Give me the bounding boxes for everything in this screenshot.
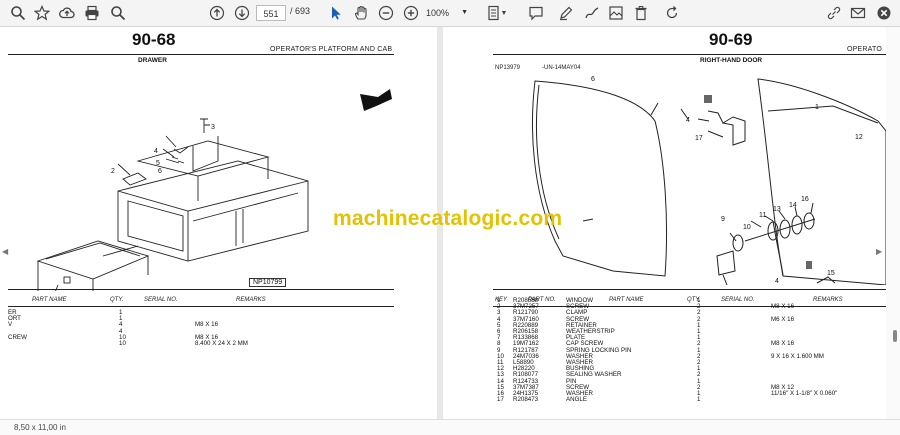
zoom-out-icon[interactable]	[376, 3, 396, 23]
chevron-down-icon[interactable]: ▼	[500, 3, 508, 23]
hand-tool-icon[interactable]	[351, 3, 371, 23]
col-qty: QTY.	[110, 297, 124, 303]
page-number: 90-68	[132, 30, 176, 49]
draw-icon[interactable]	[582, 3, 602, 23]
door-diagram: 4 6 17 9 10 11 13 14 16 1 12 4 15	[532, 76, 886, 285]
callout-10: 10	[743, 224, 751, 231]
callout-1: 4	[686, 117, 690, 124]
page-header: OPERATOR'S PLATFORM AND CAB	[270, 46, 393, 53]
page-number: 90-69	[709, 30, 753, 49]
delete-icon[interactable]	[631, 3, 651, 23]
next-page-arrow-icon[interactable]: ▶	[876, 247, 882, 256]
callout-12: 12	[855, 134, 863, 141]
callout-5: 5	[156, 160, 160, 167]
callout-1-door: 1	[815, 104, 819, 111]
page-number-input[interactable]: 551	[256, 5, 286, 21]
parts-table-right: 1 R208588 WINDOW 1 2 37M7257 SCREW 2 M8 X 16 3R…	[497, 297, 837, 404]
callout-3: 3	[211, 124, 215, 131]
scrollbar-thumb[interactable]	[893, 330, 897, 342]
section-title: RIGHT-HAND DOOR	[700, 57, 763, 64]
zoom-select[interactable]: 100% ▼	[426, 5, 470, 21]
scrollbar[interactable]	[886, 27, 900, 419]
page-total: / 693	[290, 6, 311, 16]
callout-14: 14	[789, 202, 797, 209]
select-cursor-icon[interactable]	[326, 3, 346, 23]
callout-4-lower: 4	[775, 278, 779, 285]
callout-13: 13	[773, 206, 781, 213]
callout-11: 11	[759, 212, 766, 219]
col-serial: SERIAL NO.	[144, 297, 178, 303]
callout-6: 6	[158, 168, 162, 175]
cloud-upload-icon[interactable]	[57, 3, 77, 23]
close-icon[interactable]	[874, 3, 894, 23]
rotate-icon[interactable]	[662, 3, 682, 23]
col-part-name: PART NAME	[32, 297, 67, 303]
callout-4: 4	[154, 148, 158, 155]
header-rule	[8, 54, 394, 55]
callout-17: 17	[695, 135, 703, 142]
chevron-down-icon: ▼	[461, 9, 468, 16]
document-viewer[interactable]: 90-68 OPERATOR'S PLATFORM AND CAB DRAWER	[0, 27, 900, 419]
print-icon[interactable]	[82, 3, 102, 23]
callout-2: 2	[111, 168, 115, 175]
table-row: 17 R208473 ANGLE 1	[497, 396, 701, 404]
callout-16: 16	[801, 196, 809, 203]
stamp-icon[interactable]	[606, 3, 626, 23]
watermark: machinecatalogic.com	[333, 207, 563, 230]
status-bar: 8,50 x 11,00 in	[0, 419, 900, 435]
link-pen-icon[interactable]	[824, 3, 844, 23]
highlight-pen-icon[interactable]	[556, 3, 576, 23]
header-bottom-rule	[8, 306, 394, 307]
star-icon[interactable]	[32, 3, 52, 23]
page-up-icon[interactable]	[207, 3, 227, 23]
table-top-rule	[493, 289, 886, 290]
callout-15: 15	[827, 270, 835, 277]
page-size-readout: 8,50 x 11,00 in	[14, 423, 66, 432]
comment-icon[interactable]	[526, 3, 546, 23]
page-down-icon[interactable]	[232, 3, 252, 23]
email-icon[interactable]	[848, 3, 868, 23]
parts-table-left: ER 1 ORT 1 V 4 M8 X 16 4 CREW 10 M8 X 16 10 8.4…	[8, 309, 248, 348]
table-row: 10 8.400 X 24 X 2 MM	[119, 340, 248, 348]
drawer-diagram: 3 4 5 6 2 1	[36, 89, 392, 291]
zoom-search-icon[interactable]	[108, 3, 128, 23]
search-icon[interactable]	[8, 3, 28, 23]
table-top-rule	[8, 289, 394, 290]
col-remarks: REMARKS	[236, 297, 266, 303]
zoom-value: 100%	[426, 8, 450, 18]
callout-9: 9	[721, 216, 725, 223]
header-rule	[493, 54, 886, 55]
figure-label: NP10799	[249, 278, 287, 287]
prev-page-arrow-icon[interactable]: ◀	[2, 247, 8, 256]
page-header: OPERATO	[847, 46, 882, 53]
toolbar: 551 / 693 100% ▼ ▼	[0, 0, 900, 27]
zoom-in-icon[interactable]	[401, 3, 421, 23]
callout-6: 6	[591, 76, 595, 83]
